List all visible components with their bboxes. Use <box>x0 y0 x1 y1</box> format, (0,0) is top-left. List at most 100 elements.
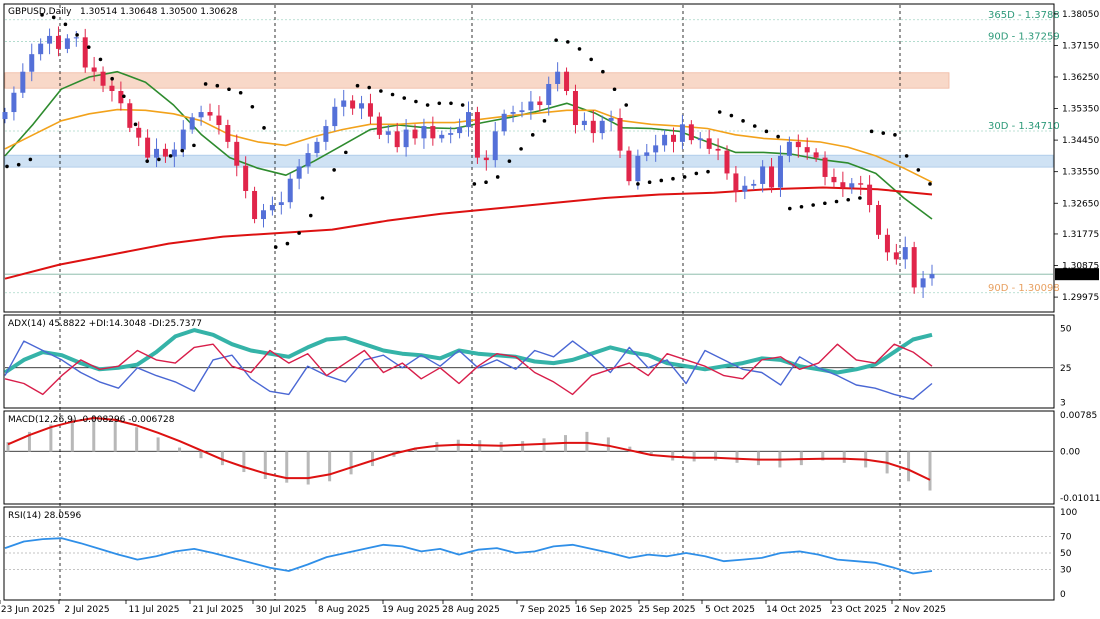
candle-body <box>225 125 231 142</box>
date-tick-label: 23 Jun 2025 <box>1 605 55 615</box>
candle-body <box>546 83 552 106</box>
sar-dot <box>554 38 558 42</box>
level-label: 90D - 1.30098 <box>988 283 1060 294</box>
candle-body <box>840 182 846 188</box>
sar-dot <box>659 178 664 183</box>
date-tick-label: 19 Aug 2025 <box>382 605 440 615</box>
macd-bar <box>328 451 332 482</box>
candle-body <box>11 92 17 113</box>
candle-body <box>483 157 489 161</box>
date-tick-label: 2 Nov 2025 <box>894 605 946 615</box>
price-tick-label: 1.32650 <box>1062 199 1099 209</box>
sar-dot <box>682 175 687 179</box>
date-tick-label: 16 Sep 2025 <box>575 605 632 615</box>
sar-dot <box>98 57 103 62</box>
ohlc-label: 1.30514 1.30648 1.30500 1.30628 <box>80 7 238 17</box>
candle-body <box>769 166 775 188</box>
candle-body <box>91 67 97 72</box>
sar-dot <box>881 131 886 135</box>
sar-dot <box>110 76 114 81</box>
sar-dot <box>484 180 488 185</box>
sar-dot <box>741 119 745 123</box>
sar-dot <box>344 150 348 155</box>
sar-dot <box>449 101 453 106</box>
sar-dot <box>215 83 220 88</box>
price-tick-label: 1.29975 <box>1062 293 1099 303</box>
rsi-title: RSI(14) 28.0596 <box>8 511 81 521</box>
sar-dot <box>5 164 9 169</box>
sar-dot <box>589 57 593 62</box>
macd-signal-line <box>7 417 931 481</box>
sar-dot <box>530 133 535 137</box>
sar-dot <box>227 87 231 92</box>
candle-body <box>679 124 685 142</box>
candle-body <box>706 138 712 149</box>
sar-dot <box>776 134 780 139</box>
candle-body <box>858 183 864 185</box>
candle-body <box>430 126 436 139</box>
macd-bar <box>735 451 739 463</box>
macd-bar <box>263 451 267 479</box>
sar-dot <box>437 101 442 106</box>
date-tick-label: 25 Sep 2025 <box>638 605 695 615</box>
green-ma-line <box>4 70 933 220</box>
candle-body <box>216 115 222 126</box>
level-label: 365D - 1.3788 <box>988 10 1060 21</box>
sar-dot <box>273 245 278 249</box>
rsi-tick-label: 0 <box>1060 590 1066 600</box>
candle-body <box>528 101 534 111</box>
candle-body <box>635 155 641 182</box>
date-tick-label: 28 Aug 2025 <box>442 605 500 615</box>
sar-dot <box>507 159 512 163</box>
candle-body <box>171 149 177 157</box>
candle-body <box>180 129 186 150</box>
candle-body <box>884 234 890 253</box>
sar-dot <box>858 196 862 200</box>
candle-body <box>876 205 882 235</box>
candle-body <box>564 71 570 91</box>
sar-dot <box>811 203 815 207</box>
date-tick-label: 2 Jul 2025 <box>64 605 109 615</box>
candle-body <box>100 71 106 86</box>
candle-body <box>47 35 53 44</box>
sar-dot <box>495 175 500 179</box>
sar-dot <box>75 33 79 37</box>
candle-body <box>617 118 623 151</box>
candle-body <box>296 166 302 179</box>
price-tick-label: 1.31775 <box>1062 230 1099 240</box>
rsi-panel-frame <box>3 506 1055 601</box>
candle-body <box>341 100 347 107</box>
sar-dot <box>869 129 874 134</box>
candle-body <box>269 205 275 211</box>
candle-body <box>492 131 498 161</box>
macd-bar <box>371 451 375 467</box>
sar-dot <box>332 168 336 172</box>
candle-body <box>82 37 88 68</box>
sar-dot <box>192 143 196 148</box>
sar-dot <box>460 103 465 107</box>
sar-dot <box>717 110 722 114</box>
candle-body <box>385 131 391 135</box>
candle-body <box>439 134 445 139</box>
sar-dot <box>799 204 804 209</box>
macd-bar <box>692 451 696 462</box>
candle-body <box>519 110 525 113</box>
macd-tick-label: 0.00 <box>1060 447 1080 457</box>
adx-tick-label: 3 <box>1060 398 1066 408</box>
price-tick-label: 1.34450 <box>1062 136 1099 146</box>
macd-bar <box>199 451 203 459</box>
candle-body <box>688 124 694 141</box>
sar-dot <box>671 176 675 181</box>
candle-body <box>715 148 721 151</box>
price-tick-label: 1.37150 <box>1062 41 1099 51</box>
candle-body <box>733 173 739 192</box>
sar-dot <box>729 113 734 118</box>
candle-body <box>662 134 668 146</box>
macd-bar <box>306 451 310 485</box>
candle-body <box>608 118 614 121</box>
candle-body <box>234 141 240 166</box>
candle-body <box>644 152 650 156</box>
candle-body <box>760 166 766 184</box>
sar-dot <box>472 182 477 186</box>
sar-dot <box>86 45 91 49</box>
